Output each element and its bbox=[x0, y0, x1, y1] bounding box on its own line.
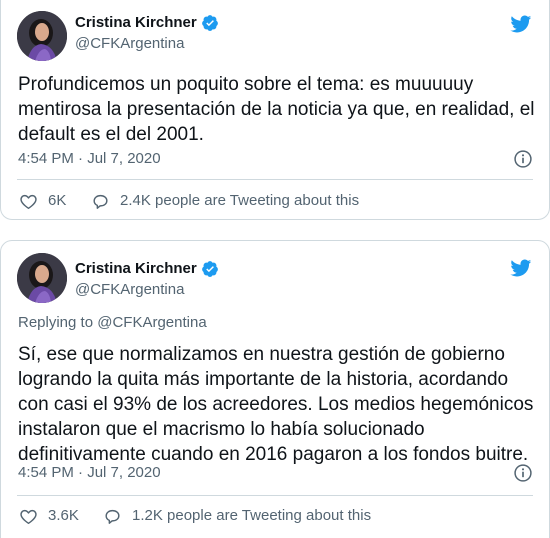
tweet-timestamp[interactable]: 4:54 PM · Jul 7, 2020 bbox=[18, 463, 161, 483]
conversation-action[interactable]: 2.4K people are Tweeting about this bbox=[91, 191, 359, 211]
author-name-row[interactable]: Cristina Kirchner bbox=[75, 259, 219, 279]
tweet-text: Profundicemos un poquito sobre el tema: … bbox=[18, 74, 535, 145]
conversation-action[interactable]: 1.2K people are Tweeting about this bbox=[103, 506, 371, 526]
author-info: Cristina Kirchner @CFKArgentina bbox=[75, 259, 219, 300]
tweet-card[interactable]: Cristina Kirchner @CFKArgentina Profundi… bbox=[0, 0, 550, 220]
display-name[interactable]: Cristina Kirchner bbox=[75, 259, 197, 279]
like-action[interactable]: 3.6K bbox=[19, 506, 79, 526]
replying-to-handle[interactable]: @CFKArgentina bbox=[97, 314, 206, 331]
author-info: Cristina Kirchner @CFKArgentina bbox=[75, 13, 219, 54]
heart-icon bbox=[20, 194, 37, 209]
tweet-card[interactable]: Cristina Kirchner @CFKArgentina Replying… bbox=[0, 240, 550, 538]
info-icon[interactable] bbox=[513, 463, 533, 483]
replying-to-prefix: Replying to bbox=[18, 314, 98, 331]
display-name[interactable]: Cristina Kirchner bbox=[75, 13, 197, 33]
tweet-text: Sí, ese que normalizamos en nuestra gest… bbox=[18, 344, 534, 465]
divider bbox=[17, 179, 533, 180]
tweet-timestamp[interactable]: 4:54 PM · Jul 7, 2020 bbox=[18, 149, 161, 169]
avatar[interactable] bbox=[17, 11, 67, 61]
verified-badge-icon bbox=[201, 261, 218, 277]
speech-bubble-icon bbox=[105, 509, 120, 524]
conversation-text: 2.4K people are Tweeting about this bbox=[120, 192, 360, 209]
avatar[interactable] bbox=[17, 253, 67, 303]
heart-icon bbox=[20, 509, 37, 524]
like-count: 3.6K bbox=[48, 507, 79, 524]
speech-bubble-icon bbox=[93, 194, 108, 209]
like-action[interactable]: 6K bbox=[19, 191, 66, 211]
replying-to: Replying to @CFKArgentina bbox=[18, 313, 207, 333]
author-handle[interactable]: @CFKArgentina bbox=[75, 280, 219, 300]
like-count: 6K bbox=[48, 192, 67, 209]
info-icon[interactable] bbox=[513, 149, 533, 169]
author-handle[interactable]: @CFKArgentina bbox=[75, 34, 219, 54]
conversation-text: 1.2K people are Tweeting about this bbox=[132, 507, 372, 524]
twitter-bird-icon[interactable] bbox=[508, 257, 533, 279]
divider bbox=[17, 495, 533, 496]
twitter-bird-icon[interactable] bbox=[508, 13, 533, 35]
verified-badge-icon bbox=[201, 15, 218, 31]
author-name-row[interactable]: Cristina Kirchner bbox=[75, 13, 219, 33]
